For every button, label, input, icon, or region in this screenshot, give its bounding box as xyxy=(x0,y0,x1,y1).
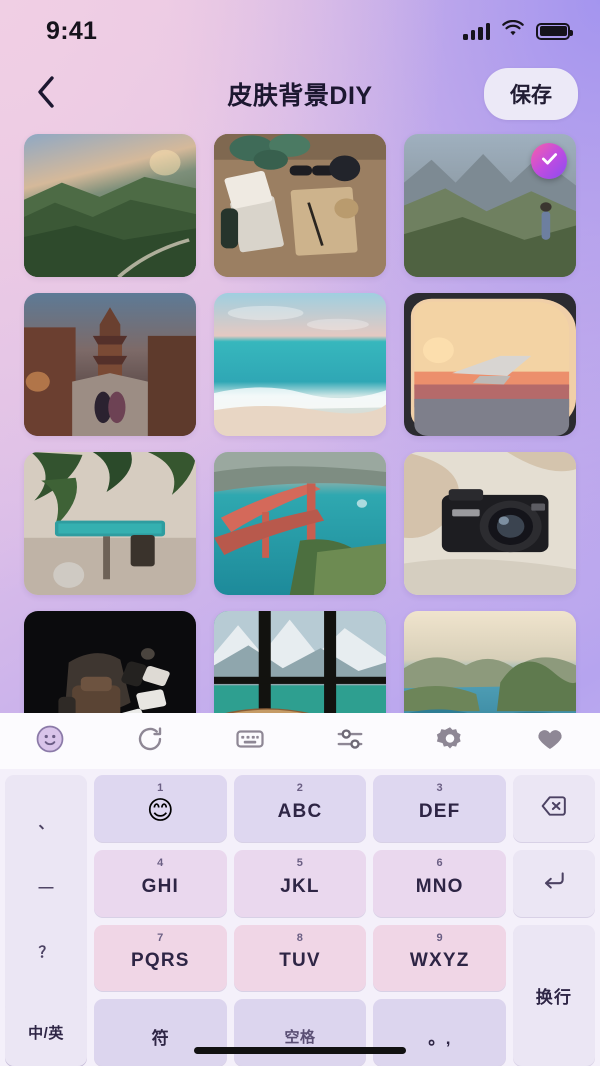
key-label: TUV xyxy=(279,950,321,972)
key-number: 8 xyxy=(296,931,304,944)
emoji-face-icon: 😊 xyxy=(146,795,174,826)
photo-thumbnail xyxy=(404,293,576,436)
key-label: JKL xyxy=(280,875,320,897)
keyboard-icon xyxy=(235,724,265,759)
key-tuv[interactable]: 8 TUV xyxy=(233,924,367,992)
photo-cell[interactable] xyxy=(404,611,576,721)
key-period[interactable]: 。, xyxy=(373,999,506,1066)
key-number: 2 xyxy=(296,782,304,794)
key-number: 3 xyxy=(436,782,443,794)
key-punct-symbol: — xyxy=(38,878,54,896)
key-space[interactable]: 空格 xyxy=(233,999,367,1066)
key-jkl[interactable]: 5 JKL xyxy=(233,849,367,917)
key-label: PQRS xyxy=(131,950,190,972)
toolbar-item-sliders[interactable] xyxy=(300,724,400,759)
status-bar-icons xyxy=(463,19,573,43)
key-label: 。, xyxy=(428,1028,452,1048)
key-label: 中/英 xyxy=(28,1025,64,1043)
wifi-icon xyxy=(501,19,525,43)
photo-cell[interactable] xyxy=(214,134,386,277)
sliders-icon xyxy=(335,724,365,759)
back-button[interactable] xyxy=(24,72,68,116)
backspace-icon xyxy=(541,793,567,824)
battery-icon xyxy=(536,22,573,40)
photo-thumbnail xyxy=(214,134,386,277)
photo-cell[interactable] xyxy=(404,452,576,595)
toolbar-item-settings[interactable] xyxy=(400,724,500,759)
photo-cell[interactable] xyxy=(404,134,576,277)
editor-toolbar xyxy=(0,713,600,769)
photo-cell[interactable] xyxy=(214,293,386,436)
photo-thumbnail xyxy=(24,452,196,595)
key-label: 空格 xyxy=(284,1028,316,1046)
photo-cell[interactable] xyxy=(214,611,386,721)
chevron-left-icon xyxy=(35,75,57,114)
settings-icon xyxy=(435,724,465,759)
photo-thumbnail xyxy=(404,611,576,721)
photo-cell[interactable] xyxy=(24,452,196,595)
toolbar-item-refresh[interactable] xyxy=(100,724,200,759)
key-wxyz[interactable]: 9 WXYZ xyxy=(373,924,506,992)
status-bar-clock: 9:41 xyxy=(46,16,98,45)
photo-thumbnail xyxy=(214,293,386,436)
check-icon xyxy=(539,148,560,174)
photo-cell[interactable] xyxy=(24,293,196,436)
key-number: 9 xyxy=(436,931,443,944)
toolbar-item-heart[interactable] xyxy=(500,724,600,759)
refresh-icon xyxy=(135,724,165,759)
key-number: 4 xyxy=(157,856,164,869)
photo-cell[interactable] xyxy=(214,452,386,595)
key-ghi[interactable]: 4 GHI xyxy=(94,849,227,917)
t9-keyboard: 、 — ？ ！ 1 😊 2 ABC 3 DEF 4 GHI 5 JKL xyxy=(0,769,600,1066)
key-number: 5 xyxy=(296,856,304,869)
nav-bar: 皮肤背景DIY 保存 xyxy=(0,62,600,126)
photo-thumbnail xyxy=(214,611,386,721)
photo-cell[interactable] xyxy=(24,134,196,277)
key-label: ABC xyxy=(277,800,323,822)
app-root: 9:41 皮肤背景DIY 保存 、 — ？ 1 😊 2 ABC 3 DEF 4 … xyxy=(0,0,600,1066)
key-label: 换行 xyxy=(535,987,573,1007)
key-label: 符 xyxy=(151,1028,170,1048)
key-number: 6 xyxy=(436,856,443,869)
selected-check-badge[interactable] xyxy=(531,143,567,179)
key-punct-symbol: 、 xyxy=(38,814,54,832)
photo-cell[interactable] xyxy=(404,293,576,436)
key-mno[interactable]: 6 MNO xyxy=(373,849,506,917)
key-emoji[interactable]: 1 😊 xyxy=(94,775,227,842)
key-symbol[interactable]: 符 xyxy=(94,999,227,1066)
status-bar: 9:41 xyxy=(0,0,600,62)
key-language-mode[interactable]: 中/英 xyxy=(5,999,87,1066)
key-enter[interactable]: 换行 xyxy=(513,924,595,1066)
photo-thumbnail xyxy=(404,452,576,595)
key-return[interactable] xyxy=(513,849,595,917)
key-def[interactable]: 3 DEF xyxy=(373,775,506,842)
key-punct-symbol: ？ xyxy=(38,944,54,962)
key-label: MNO xyxy=(415,875,464,897)
key-label: GHI xyxy=(141,875,180,897)
key-abc[interactable]: 2 ABC xyxy=(233,775,367,842)
photo-thumbnail xyxy=(24,293,196,436)
photo-thumbnail xyxy=(24,134,196,277)
key-number: 7 xyxy=(157,931,164,944)
photo-thumbnail xyxy=(214,452,386,595)
sticker-icon xyxy=(35,724,65,759)
key-pqrs[interactable]: 7 PQRS xyxy=(94,924,227,992)
key-backspace[interactable] xyxy=(513,775,595,842)
key-label: DEF xyxy=(418,800,461,822)
save-button[interactable]: 保存 xyxy=(484,68,578,120)
toolbar-item-keyboard[interactable] xyxy=(200,724,300,759)
heart-icon xyxy=(535,724,565,759)
key-number: 1 xyxy=(157,782,164,794)
key-label: WXYZ xyxy=(409,950,470,972)
toolbar-item-sticker[interactable] xyxy=(0,724,100,759)
return-arrow-icon xyxy=(541,868,567,899)
photo-cell[interactable] xyxy=(24,611,196,721)
photo-grid xyxy=(0,126,600,721)
home-indicator[interactable] xyxy=(194,1047,406,1054)
cellular-bars-icon xyxy=(463,22,490,40)
photo-thumbnail xyxy=(24,611,196,721)
